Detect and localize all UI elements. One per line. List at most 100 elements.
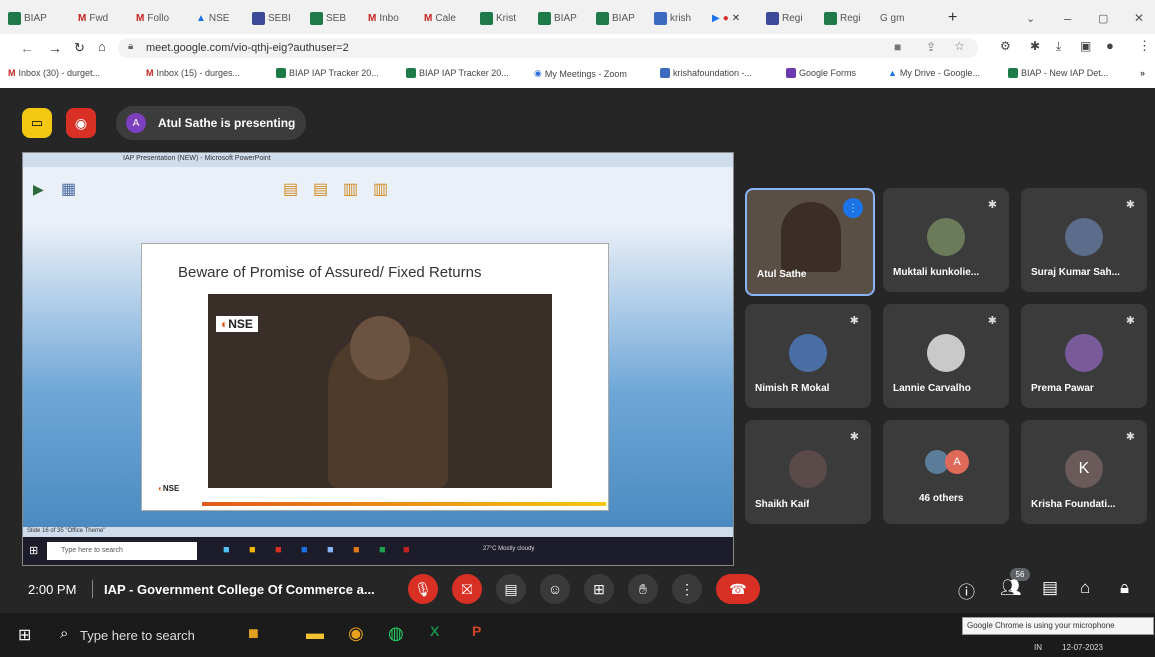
tray-language[interactable]: IN [1034, 643, 1042, 652]
participant-tile[interactable]: ✱ Suraj Kumar Sah... [1021, 188, 1147, 292]
browser-tab[interactable]: G gm [880, 9, 904, 27]
people-icon[interactable]: 👥︎ [1000, 578, 1022, 598]
browser-tab-active[interactable]: ▶ ● ✕ [712, 9, 740, 27]
bookmark-item[interactable]: krishafoundation -... [660, 68, 752, 78]
extensions-icon[interactable]: ⚙ [1000, 39, 1011, 53]
url-text[interactable]: meet.google.com/vio-qthj-eig?authuser=2 [146, 42, 349, 54]
gmail-icon: M [424, 12, 433, 24]
file-explorer-icon[interactable]: ▬ [306, 623, 324, 644]
back-icon[interactable]: ← [20, 40, 34, 56]
browser-tab[interactable]: krish [654, 9, 691, 27]
chat-icon[interactable]: ▤ [1042, 578, 1058, 598]
bookmark-item[interactable]: BIAP - New IAP Det... [1008, 68, 1108, 78]
excel-icon[interactable]: X [430, 623, 439, 639]
browser-tab[interactable]: M Follo [136, 9, 169, 27]
browser-tab[interactable]: SEBI [252, 9, 291, 27]
present-button[interactable]: ⊞ [584, 574, 614, 604]
raise-hand-button[interactable]: ✋︎ [628, 574, 658, 604]
bookmark-item[interactable]: ◉ My Meetings - Zoom [534, 68, 627, 79]
reactions-button[interactable]: ☺ [540, 574, 570, 604]
download-icon[interactable]: ⤓ [1056, 39, 1061, 54]
browser-tab[interactable]: Regi [824, 9, 861, 27]
bookmark-item[interactable]: BIAP IAP Tracker 20... [406, 68, 509, 78]
participant-tile[interactable]: ✱ Muktali kunkolie... [883, 188, 1009, 292]
browser-tab[interactable]: M Fwd [78, 9, 108, 27]
more-vert-icon: ⋮ [680, 580, 694, 597]
search-icon[interactable]: ⌕ [60, 625, 68, 642]
more-options-button[interactable]: ⋮ [672, 574, 702, 604]
others-tile[interactable]: A 46 others [883, 420, 1009, 524]
maximize-button[interactable]: ▢ [1098, 9, 1108, 27]
browser-tab[interactable]: Krist [480, 9, 516, 27]
profile-icon[interactable]: ● [1106, 38, 1114, 53]
extension-icon[interactable]: ✱ [1030, 39, 1040, 53]
window-close-button[interactable]: ✕ [1134, 9, 1144, 27]
bookmarks-bar: M Inbox (30) - durget... M Inbox (15) - du… [0, 62, 1155, 89]
participant-tile[interactable]: ✱ Shaikh Kaif [745, 420, 871, 524]
forward-icon[interactable]: → [48, 40, 62, 56]
bookmark-item[interactable]: ▲ My Drive - Google... [888, 68, 980, 78]
windows-start-icon[interactable]: ⊞ [18, 625, 31, 645]
bookmark-star-icon[interactable]: ☆ [954, 39, 965, 53]
participant-tile[interactable]: ✱ Lannie Carvalho [883, 304, 1009, 408]
participant-tile[interactable]: ✱ K Krisha Foundati... [1021, 420, 1147, 524]
participant-tile[interactable]: ✱ Nimish R Mokal [745, 304, 871, 408]
browser-tab[interactable]: M Cale [424, 9, 456, 27]
captions-button[interactable]: ▤ [496, 574, 526, 604]
participant-tile[interactable]: ✱ Prema Pawar [1021, 304, 1147, 408]
drive-icon: ▲ [888, 68, 897, 78]
info-icon[interactable]: ⓘ [958, 578, 975, 603]
whatsapp-icon[interactable]: ◍ [388, 623, 404, 644]
leave-call-button[interactable]: ☎︎ [716, 574, 760, 604]
browser-tab[interactable]: BIAP [596, 9, 635, 27]
browser-tab[interactable]: M Inbo [368, 9, 399, 27]
gmail-icon: M [368, 12, 377, 24]
mic-muted-icon: ✱ [1125, 315, 1135, 327]
presenting-label: Atul Sathe is presenting [158, 116, 296, 130]
gmail-icon: M [8, 68, 16, 78]
slides-icon[interactable]: ▭ [22, 108, 52, 138]
browser-tab[interactable]: BIAP [538, 9, 577, 27]
bookmark-item[interactable]: BIAP IAP Tracker 20... [276, 68, 379, 78]
new-tab-button[interactable]: + [948, 9, 957, 27]
minimize-button[interactable]: – [1064, 9, 1071, 27]
browser-tab[interactable]: BIAP [8, 9, 47, 27]
address-bar[interactable]: 🔒︎ meet.google.com/vio-qthj-eig?authuser… [118, 38, 978, 58]
slide: Beware of Promise of Assured/ Fixed Retu… [141, 243, 609, 511]
tray-date[interactable]: 12-07-2023 [1062, 643, 1103, 652]
participant-tile[interactable]: ⋮ Atul Sathe [745, 188, 875, 296]
gmail-icon: M [136, 12, 145, 24]
taskbar-search-input[interactable]: Type here to search [80, 628, 195, 643]
more-bookmarks-icon[interactable]: » [1140, 68, 1145, 78]
reload-icon[interactable]: ↻ [74, 40, 85, 56]
taskbar-app-icon: ■ [327, 544, 334, 556]
ribbon-tool-icon: ▥ [343, 181, 359, 198]
bookmark-item[interactable]: M Inbox (15) - durges... [146, 68, 240, 78]
slide-footer-bar [202, 502, 606, 506]
camera-permission-icon[interactable]: ■ [894, 40, 901, 54]
bookmark-item[interactable]: Google Forms [786, 68, 856, 78]
recording-icon[interactable]: ◉ [66, 108, 96, 138]
menu-icon[interactable]: ⋮ [1138, 38, 1151, 54]
side-panel-icon[interactable]: ▣ [1080, 39, 1091, 53]
calendar-icon [660, 68, 670, 78]
host-controls-icon[interactable]: 🔒︎ [1120, 578, 1129, 598]
present-icon: ⊞ [593, 580, 605, 597]
share-icon[interactable]: ⇪ [926, 40, 936, 54]
home-icon[interactable]: ⌂ [98, 39, 106, 54]
close-tab-icon[interactable]: ✕ [732, 13, 740, 24]
mic-toggle-button[interactable]: 🎙︎ [408, 574, 438, 604]
browser-tab[interactable]: SEB [310, 9, 346, 27]
browser-tab[interactable]: ▲ NSE [196, 9, 229, 27]
browser-tab[interactable]: Regi [766, 9, 803, 27]
bookmark-item[interactable]: M Inbox (30) - durget... [8, 68, 100, 78]
camera-toggle-button[interactable]: ⛝ [452, 574, 482, 604]
ribbon-tool-icon: ▤ [313, 181, 329, 198]
activities-icon[interactable]: ⌂ [1080, 578, 1090, 598]
powerpoint-icon[interactable]: P [472, 623, 481, 639]
briefcase-icon[interactable]: ■ [248, 623, 259, 644]
mic-usage-tooltip: Google Chrome is using your microphone [962, 617, 1154, 635]
chrome-icon[interactable]: ◉ [348, 623, 364, 644]
sheets-icon [8, 11, 21, 25]
tab-search-chevron-icon[interactable]: ⌄ [1026, 9, 1035, 27]
